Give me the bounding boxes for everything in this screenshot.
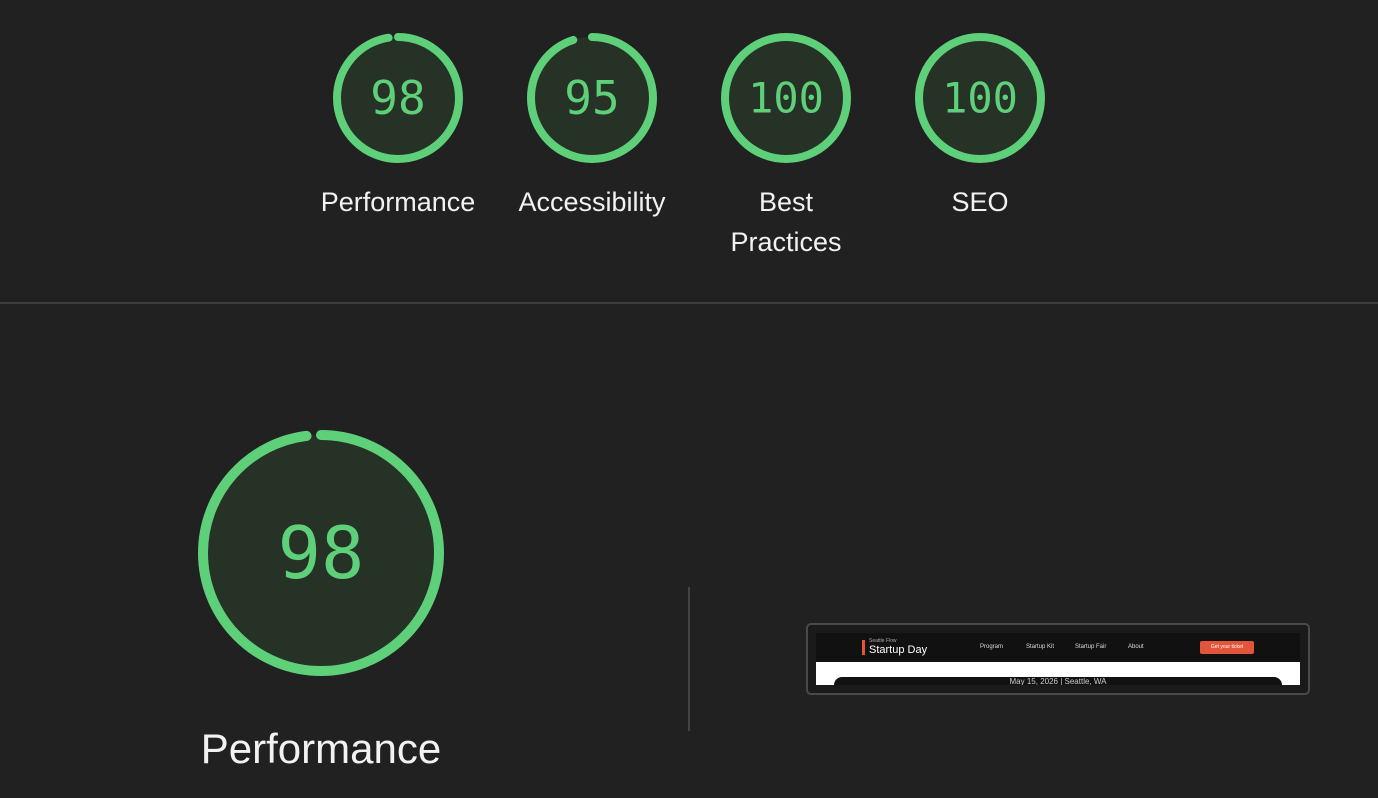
category-gauge: 98 <box>197 429 445 677</box>
ticket-button: Get your ticket <box>1200 641 1254 654</box>
gauge-label: Accessibility <box>518 187 666 217</box>
gauge-accessibility[interactable]: 95 Accessibility <box>492 32 692 222</box>
nav-item: Program <box>980 644 1004 650</box>
gauge-score: 98 <box>278 511 365 595</box>
gauge-score: 95 <box>564 71 619 125</box>
gauge-score: 98 <box>370 71 425 125</box>
section-divider <box>0 302 1378 304</box>
gauge-performance[interactable]: 98 Performance <box>298 32 498 222</box>
nav-item: About <box>1128 644 1144 650</box>
gauge-score: 100 <box>748 74 824 123</box>
site-nav: Seattle Flow Startup Day Program Startup… <box>816 633 1300 662</box>
gauge-best-practices[interactable]: 100 Best Practices <box>686 32 886 262</box>
final-screenshot-thumbnail[interactable]: Seattle Flow Startup Day Program Startup… <box>806 623 1310 695</box>
vertical-divider <box>688 587 690 731</box>
gauge-label: Performance <box>320 187 476 217</box>
gauge-ring-icon: 95 <box>527 33 657 163</box>
gauge-score: 100 <box>942 74 1018 123</box>
gauge-ring-icon: 100 <box>721 33 851 163</box>
brand-accent-bar <box>862 640 865 655</box>
gauge-label: SEO <box>951 187 1009 217</box>
gauge-ring-icon: 100 <box>915 33 1045 163</box>
event-date: May 15, 2026 | Seattle, WA <box>1009 677 1107 685</box>
gauge-label: Best Practices <box>730 187 842 257</box>
gauge-ring-icon: 98 <box>333 33 463 163</box>
nav-item: Startup Fair <box>1075 644 1107 650</box>
gauge-seo[interactable]: 100 SEO <box>880 32 1080 222</box>
category-title: Performance <box>200 725 442 772</box>
screenshot-image: Seattle Flow Startup Day Program Startup… <box>816 633 1300 685</box>
brand-name: Startup Day <box>869 644 928 656</box>
nav-item: Startup Kit <box>1026 644 1055 650</box>
gauge-ring-icon: 98 <box>198 430 444 676</box>
